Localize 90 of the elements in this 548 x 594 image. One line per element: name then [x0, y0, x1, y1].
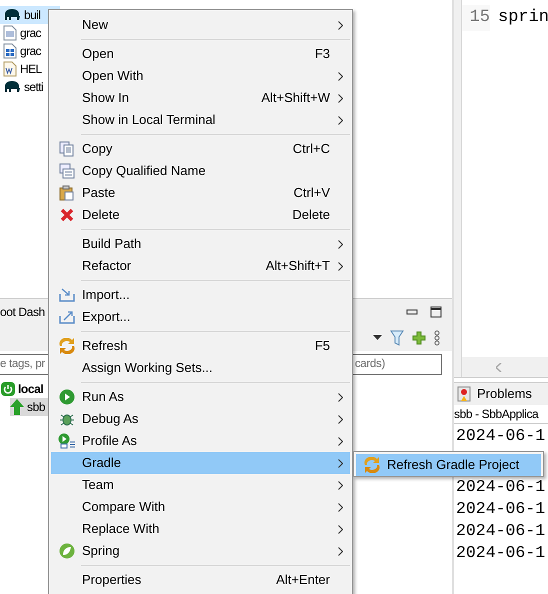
menu-item[interactable]: Gradle	[51, 452, 350, 474]
menu-label: Paste	[82, 184, 116, 202]
menu-label: Export...	[82, 308, 132, 326]
menu-label: Show in Local Terminal	[82, 111, 216, 130]
play-icon	[58, 389, 74, 405]
menu-label: New	[82, 16, 110, 34]
shortcut-label: F3	[314, 45, 330, 64]
menu-label: Copy Qualified Name	[82, 162, 207, 180]
menu-label: Assign Working Sets...	[82, 359, 214, 378]
tree-item[interactable]: local	[0, 380, 50, 398]
copy-icon	[58, 141, 74, 157]
menu-label: Team	[82, 476, 115, 494]
menu-label: Show In	[82, 89, 130, 108]
console-line: 2024-06-1	[455, 542, 546, 564]
minimize-icon[interactable]	[406, 308, 418, 314]
line-number: 15	[462, 5, 490, 31]
plus-icon[interactable]	[412, 330, 426, 344]
menu-label: Delete	[82, 206, 121, 224]
menu-item[interactable]: Refresh F5	[51, 335, 350, 357]
menu-item[interactable]: Import...	[51, 284, 350, 306]
menu-item[interactable]: Profile As	[51, 430, 350, 452]
menu-item[interactable]: Refresh Gradle Project	[356, 454, 541, 476]
shortcut-label: F5	[314, 337, 330, 356]
horizontal-scrollbar[interactable]	[462, 357, 548, 377]
shortcut-label: Alt+Shift+W	[261, 89, 330, 108]
menu-label: Run As	[82, 388, 125, 406]
console-line: 2024-06-1	[455, 520, 546, 542]
shortcut-label: Alt+Enter	[276, 571, 330, 590]
dropdown-caret-icon[interactable]	[373, 335, 382, 340]
menu-item[interactable]: Properties Alt+Enter	[51, 569, 350, 591]
menu-label: Refresh Gradle Project	[387, 456, 520, 474]
menu-label: Compare With	[82, 498, 166, 516]
elephant-icon	[3, 80, 21, 94]
delete-icon	[60, 208, 74, 222]
console-title: sbb - SbbApplica	[454, 406, 540, 423]
shortcut-label: Ctrl+C	[292, 140, 330, 158]
shortcut-label: Alt+Shift+T	[266, 257, 330, 276]
menu-label: Build Path	[82, 235, 142, 254]
menu-label: Replace With	[82, 520, 160, 538]
profile-icon	[58, 433, 76, 449]
menu-label: Open With	[82, 67, 144, 86]
text-file-icon	[3, 25, 17, 41]
menu-item[interactable]: Export...	[51, 306, 350, 328]
menu-label: Profile As	[82, 432, 138, 450]
menu-item[interactable]: Run As	[51, 386, 350, 408]
menu-label: Properties	[82, 571, 142, 590]
menu-item[interactable]: Refactor Alt+Shift+T	[51, 255, 350, 277]
clipboard-icon	[58, 185, 74, 201]
menu-item[interactable]: Compare With	[51, 496, 350, 518]
shortcut-label: Delete	[292, 206, 330, 224]
console-line: 2024-06-1	[455, 498, 546, 520]
console-line: 2024-06-1	[455, 425, 546, 447]
up-arrow-icon	[10, 399, 24, 415]
refresh-icon	[58, 338, 74, 354]
menu-item[interactable]: Team	[51, 474, 350, 496]
export-icon	[58, 310, 74, 324]
menu-label: Refresh	[82, 337, 129, 356]
view-tab[interactable]: oot Dash	[0, 302, 45, 320]
console-line: 2024-06-1	[455, 476, 546, 498]
menu-item[interactable]: Build Path	[51, 233, 350, 255]
menu-label: Refactor	[82, 257, 132, 276]
menu-label: Open	[82, 45, 115, 64]
maximize-icon[interactable]	[430, 306, 442, 318]
menu-item[interactable]: Show in Local Terminal	[51, 109, 350, 131]
import-icon	[58, 288, 74, 302]
menu-label: Gradle	[82, 454, 122, 472]
problems-icon	[457, 386, 471, 402]
menu-item[interactable]: Replace With	[51, 518, 350, 540]
menu-label: Debug As	[82, 410, 140, 428]
menu-item[interactable]: Spring	[51, 540, 350, 562]
code-line: sprin	[497, 7, 548, 30]
filter-icon[interactable]	[390, 330, 404, 346]
shortcut-label: Ctrl+V	[294, 184, 330, 202]
refresh-icon	[364, 457, 380, 473]
menu-item[interactable]: Assign Working Sets...	[51, 357, 350, 379]
menu-item[interactable]: Paste Ctrl+V	[51, 182, 350, 204]
menu-label: Copy	[82, 140, 114, 158]
menu-label: Spring	[82, 542, 121, 560]
menu-item[interactable]: Copy Ctrl+C	[51, 138, 350, 160]
document-icon	[3, 61, 17, 77]
grid-file-icon	[3, 43, 17, 59]
menu-item[interactable]: Delete Delete	[51, 204, 350, 226]
more-icon[interactable]	[434, 330, 440, 346]
menu-label: Import...	[82, 286, 131, 304]
copy-icon	[58, 163, 74, 179]
leaf-icon	[58, 543, 74, 559]
menu-item[interactable]: Copy Qualified Name	[51, 160, 350, 182]
elephant-icon	[3, 8, 21, 22]
menu-item[interactable]: Debug As	[51, 408, 350, 430]
power-icon	[1, 382, 15, 396]
